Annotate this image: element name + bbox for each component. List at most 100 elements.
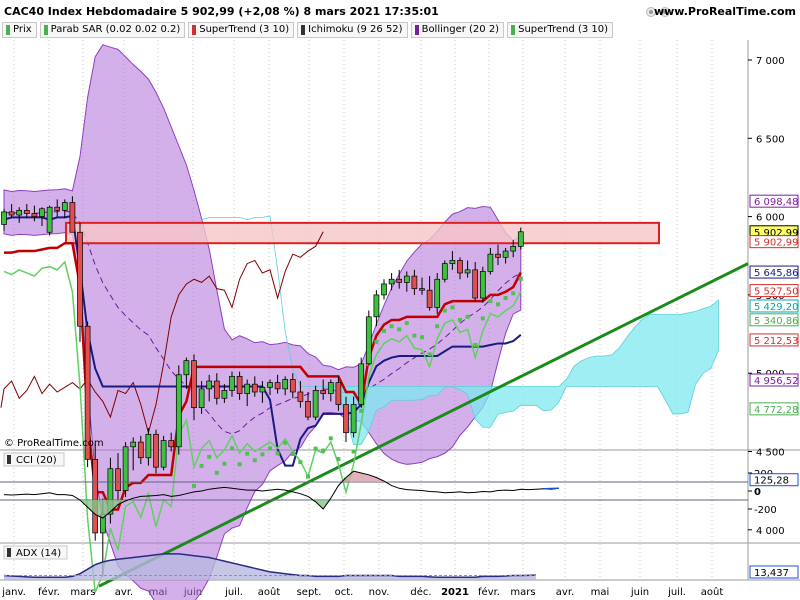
sar-dot bbox=[488, 299, 493, 304]
candle-body bbox=[183, 360, 190, 376]
price-badge-label: 5 340,86 bbox=[754, 316, 799, 327]
price-badge-label: 5 902,99 bbox=[754, 238, 799, 249]
candle-body bbox=[396, 278, 403, 283]
sar-dot bbox=[412, 333, 417, 338]
month-label: oct. bbox=[335, 587, 354, 598]
sar-dot bbox=[404, 321, 409, 326]
month-label: août bbox=[701, 586, 724, 598]
candle-body bbox=[510, 246, 517, 252]
candle-body bbox=[115, 468, 121, 492]
candle-body bbox=[259, 386, 266, 393]
candle-body bbox=[8, 211, 15, 216]
candle-body bbox=[358, 363, 365, 405]
price-badge-label: 5 645,86 bbox=[754, 268, 799, 279]
candle-body bbox=[77, 231, 83, 327]
copyright-notice: © ProRealTime.com bbox=[4, 438, 104, 449]
sar-dot bbox=[496, 302, 500, 307]
candle-body bbox=[160, 440, 167, 468]
sar-dot bbox=[260, 452, 265, 457]
candle-body bbox=[350, 404, 357, 434]
sar-dot bbox=[465, 314, 470, 319]
candle-body bbox=[175, 374, 182, 448]
sar-dot bbox=[252, 458, 257, 463]
month-label: juil. bbox=[224, 587, 243, 598]
candle-body bbox=[403, 275, 410, 283]
candle-body bbox=[16, 209, 23, 216]
candle-body bbox=[23, 209, 30, 214]
cci-y-tick-label: -200 bbox=[754, 505, 777, 516]
candle-body bbox=[373, 294, 380, 318]
month-label: juil. bbox=[667, 587, 686, 598]
candle-body bbox=[122, 446, 129, 492]
cci-overbought-fill bbox=[4, 471, 559, 482]
candle-body bbox=[274, 382, 281, 390]
price-badge-label: 6 098,48 bbox=[754, 197, 799, 208]
sar-dot bbox=[511, 291, 516, 296]
adx-value-label: 13,437 bbox=[754, 568, 789, 579]
candle-body bbox=[327, 382, 334, 394]
sar-dot bbox=[283, 440, 288, 445]
y-tick-label: 4 000 bbox=[756, 526, 785, 537]
candle-body bbox=[388, 278, 395, 285]
sar-dot bbox=[275, 451, 280, 456]
candle-body bbox=[213, 380, 220, 399]
sar-dot bbox=[427, 352, 432, 357]
adx-title: ADX (14) bbox=[16, 548, 61, 559]
month-label: mars bbox=[510, 587, 535, 598]
sar-dot bbox=[420, 335, 424, 340]
sar-dot bbox=[328, 436, 333, 441]
sar-dot bbox=[214, 470, 219, 475]
candle-body bbox=[502, 250, 509, 258]
candle-body bbox=[457, 260, 463, 274]
sar-dot bbox=[450, 305, 455, 310]
adx-fill bbox=[4, 553, 536, 580]
month-label: févr. bbox=[38, 586, 60, 598]
sar-dot bbox=[268, 446, 272, 451]
candle-body bbox=[495, 253, 501, 258]
sar-dot bbox=[192, 483, 196, 488]
candle-body bbox=[198, 388, 205, 409]
candle-body bbox=[31, 213, 38, 217]
resistance-zone bbox=[65, 221, 660, 245]
price-badge-label: 5 429,20 bbox=[754, 302, 799, 313]
sar-dot bbox=[435, 324, 440, 329]
cci-value-label: 125,28 bbox=[754, 476, 789, 487]
sar-dot bbox=[222, 461, 227, 466]
y-tick-label: 7 000 bbox=[756, 56, 785, 67]
candle-body bbox=[54, 206, 61, 211]
candle-body bbox=[145, 433, 152, 459]
adx-title-swatch bbox=[7, 548, 11, 557]
month-label: déc. bbox=[410, 586, 431, 598]
sar-dot bbox=[230, 446, 234, 451]
candle-body bbox=[206, 380, 213, 390]
candle-body bbox=[244, 383, 251, 394]
sar-dot bbox=[313, 446, 318, 451]
month-label: avr. bbox=[556, 587, 574, 598]
month-label: sept. bbox=[297, 587, 322, 598]
candle-body bbox=[236, 375, 243, 394]
price-badge-label: 4 956,52 bbox=[754, 376, 799, 387]
candle-body bbox=[426, 289, 433, 308]
candle-body bbox=[137, 441, 144, 459]
candle-body bbox=[517, 231, 524, 247]
sar-dot bbox=[518, 276, 523, 281]
sar-dot bbox=[336, 457, 341, 462]
sar-dot bbox=[382, 328, 386, 333]
sar-dot bbox=[389, 324, 394, 329]
price-badge-label: 4 772,28 bbox=[754, 405, 799, 416]
candle-body bbox=[312, 390, 319, 418]
candle-body bbox=[229, 375, 235, 391]
sar-dot bbox=[503, 296, 508, 301]
month-label: 2021 bbox=[441, 587, 469, 598]
cac40-chart[interactable]: janv. févr. mars avr. mai juin juil. août sept. o… bbox=[0, 0, 800, 600]
y-tick-label: 4 500 bbox=[756, 448, 785, 459]
candle-body bbox=[381, 283, 387, 296]
month-label: nov. bbox=[369, 587, 390, 598]
y-tick-label: 6 000 bbox=[756, 213, 785, 224]
candle-body bbox=[441, 263, 448, 280]
month-label: août bbox=[258, 586, 281, 598]
candle-body bbox=[419, 288, 425, 291]
sar-dot bbox=[321, 448, 326, 453]
candle-body bbox=[46, 206, 53, 233]
candle-body bbox=[434, 278, 441, 308]
